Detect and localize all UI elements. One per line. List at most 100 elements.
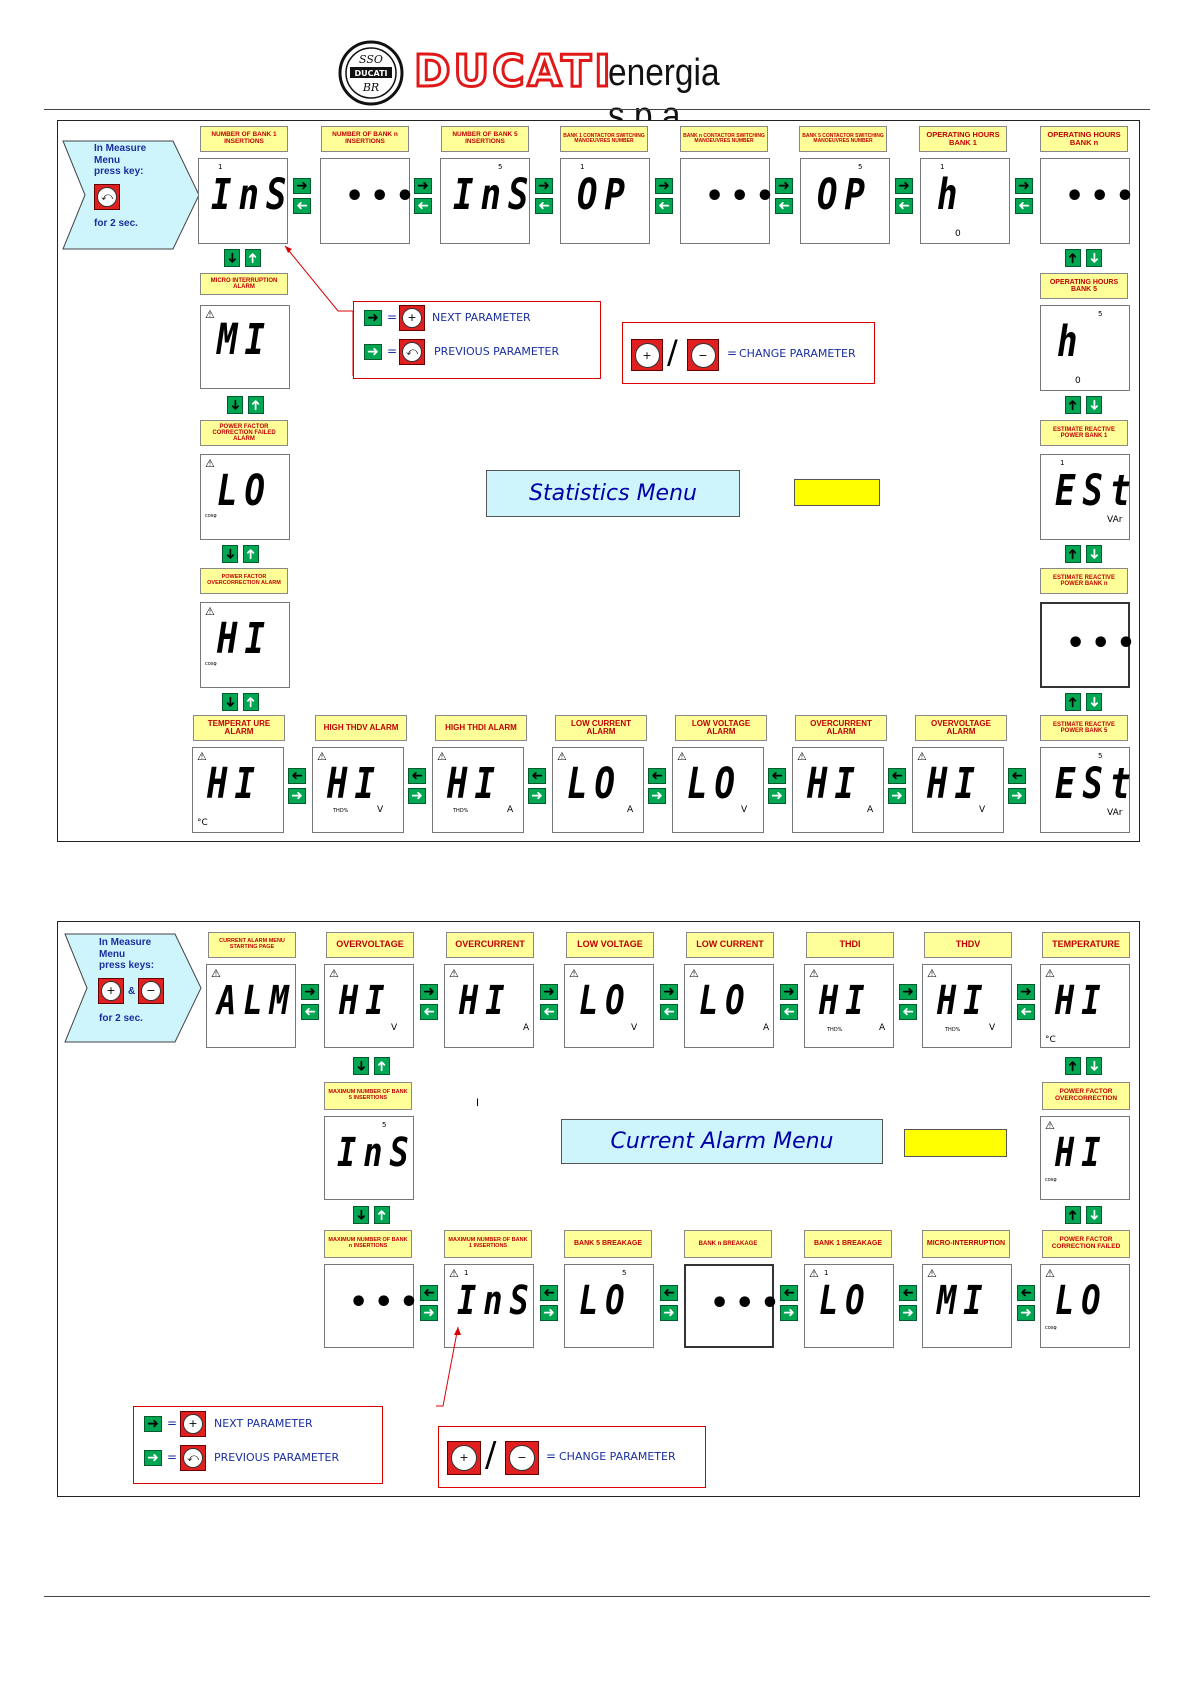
lcd-thdv-alarm: ⚠ HI THD% V — [312, 747, 404, 833]
label-max-bankn: MAXIMUM NUMBER OF BANK n INSERTIONS — [324, 1230, 412, 1258]
next-arrow-icon[interactable]: ➜ — [420, 984, 438, 1000]
label-estimate-bank5: ESTIMATE REACTIVE POWER BANK 5 — [1040, 715, 1128, 741]
next-arrow-icon[interactable]: ➜ — [780, 1305, 798, 1321]
previous-arrow-icon[interactable]: ➜ — [528, 768, 546, 784]
up-arrow-icon[interactable]: ➜ — [1065, 693, 1081, 711]
lcd-hours-bank5: 5 h 0 — [1040, 305, 1130, 391]
down-arrow-icon[interactable]: ➜ — [1086, 545, 1102, 563]
previous-arrow-icon[interactable]: ➜ — [293, 198, 311, 214]
down-arrow-icon[interactable]: ➜ — [227, 396, 243, 414]
label-bank5-manoeuvres: BANK 5 CONTACTOR SWITCHING MANOEUVRES NU… — [799, 126, 887, 152]
down-arrow-icon[interactable]: ➜ — [1086, 1057, 1102, 1075]
down-arrow-icon[interactable]: ➜ — [353, 1057, 369, 1075]
up-arrow-icon[interactable]: ➜ — [248, 396, 264, 414]
header-divider — [44, 109, 1150, 110]
ducati-emblem-icon: DUCATI SSO BR — [338, 40, 404, 106]
previous-arrow-icon[interactable]: ➜ — [1008, 768, 1026, 784]
next-arrow-icon[interactable]: ➜ — [293, 178, 311, 194]
next-arrow-icon[interactable]: ➜ — [899, 984, 917, 1000]
label-pf-failed: POWER FACTOR CORRECTION FAILED ALARM — [200, 420, 288, 446]
next-arrow-icon[interactable]: ➜ — [660, 1305, 678, 1321]
previous-arrow-icon[interactable]: ➜ — [899, 1004, 917, 1020]
next-arrow-icon[interactable]: ➜ — [420, 1305, 438, 1321]
previous-arrow-icon[interactable]: ➜ — [660, 1004, 678, 1020]
previous-arrow-icon[interactable]: ➜ — [780, 1004, 798, 1020]
svg-text:BR: BR — [362, 81, 379, 94]
next-arrow-icon[interactable]: ➜ — [1008, 788, 1026, 804]
down-arrow-icon[interactable]: ➜ — [222, 693, 238, 711]
previous-arrow-icon[interactable]: ➜ — [655, 198, 673, 214]
next-arrow-icon[interactable]: ➜ — [528, 788, 546, 804]
previous-arrow-icon[interactable]: ➜ — [301, 1004, 319, 1020]
up-arrow-icon[interactable]: ➜ — [1065, 396, 1081, 414]
next-arrow-icon[interactable]: ➜ — [535, 178, 553, 194]
next-arrow-icon[interactable]: ➜ — [655, 178, 673, 194]
next-arrow-icon[interactable]: ➜ — [648, 788, 666, 804]
down-arrow-icon[interactable]: ➜ — [224, 249, 240, 267]
down-arrow-icon[interactable]: ➜ — [1086, 249, 1102, 267]
svg-text:DUCATI: DUCATI — [354, 69, 387, 78]
label-micro-interruption: MICRO INTERRUPTION ALARM — [200, 273, 288, 295]
up-arrow-icon[interactable]: ➜ — [1065, 545, 1081, 563]
previous-arrow-icon[interactable]: ➜ — [1015, 198, 1033, 214]
previous-arrow-icon[interactable]: ➜ — [1017, 1285, 1035, 1301]
next-arrow-icon[interactable]: ➜ — [1017, 984, 1035, 1000]
up-arrow-icon[interactable]: ➜ — [374, 1206, 390, 1224]
label-bank5-insertions: NUMBER OF BANK 5 INSERTIONS — [441, 126, 529, 152]
next-arrow-icon[interactable]: ➜ — [540, 984, 558, 1000]
next-arrow-icon[interactable]: ➜ — [780, 984, 798, 1000]
brand-name: DUCATI — [413, 45, 614, 99]
down-arrow-icon[interactable]: ➜ — [353, 1206, 369, 1224]
previous-arrow-icon[interactable]: ➜ — [648, 768, 666, 784]
label-thdv: THDV — [924, 932, 1012, 958]
next-arrow-icon[interactable]: ➜ — [1015, 178, 1033, 194]
previous-arrow-icon[interactable]: ➜ — [540, 1004, 558, 1020]
down-arrow-icon[interactable]: ➜ — [1086, 693, 1102, 711]
legend-navigation: ➜ = + NEXT PARAMETER ➜ = ⤺ PREVIOUS PARA… — [133, 1406, 383, 1484]
label-pf-overcorrection: POWER FACTOR OVERCORRECTION ALARM — [200, 568, 288, 594]
down-arrow-icon[interactable]: ➜ — [222, 545, 238, 563]
next-arrow-icon[interactable]: ➜ — [540, 1305, 558, 1321]
next-arrow-icon[interactable]: ➜ — [1017, 1305, 1035, 1321]
legend-previous-text: PREVIOUS PARAMETER — [434, 345, 560, 358]
next-arrow-icon[interactable]: ➜ — [414, 178, 432, 194]
down-arrow-icon[interactable]: ➜ — [1086, 1206, 1102, 1224]
up-arrow-icon[interactable]: ➜ — [245, 249, 261, 267]
previous-arrow-icon[interactable]: ➜ — [775, 198, 793, 214]
down-arrow-icon[interactable]: ➜ — [1086, 396, 1102, 414]
up-arrow-icon[interactable]: ➜ — [374, 1057, 390, 1075]
stray-mark: I — [476, 1097, 480, 1109]
next-arrow-icon[interactable]: ➜ — [775, 178, 793, 194]
next-arrow-icon[interactable]: ➜ — [899, 1305, 917, 1321]
previous-arrow-icon[interactable]: ➜ — [888, 768, 906, 784]
next-arrow-icon[interactable]: ➜ — [660, 984, 678, 1000]
label-bankn-manoeuvres: BANK n CONTACTOR SWITCHING MANOEUVRES NU… — [680, 126, 768, 152]
lcd-alarm-start: ⚠ ALM — [206, 964, 296, 1048]
lcd-overvoltage: ⚠ HI V — [324, 964, 414, 1048]
previous-arrow-icon[interactable]: ➜ — [1017, 1004, 1035, 1020]
up-arrow-icon[interactable]: ➜ — [243, 545, 259, 563]
previous-arrow-icon[interactable]: ➜ — [535, 198, 553, 214]
up-arrow-icon[interactable]: ➜ — [1065, 1206, 1081, 1224]
previous-arrow-icon[interactable]: ➜ — [780, 1285, 798, 1301]
next-arrow-icon[interactable]: ➜ — [768, 788, 786, 804]
previous-arrow-icon[interactable]: ➜ — [414, 198, 432, 214]
previous-arrow-icon[interactable]: ➜ — [420, 1004, 438, 1020]
up-arrow-icon[interactable]: ➜ — [1065, 1057, 1081, 1075]
previous-arrow-icon[interactable]: ➜ — [895, 198, 913, 214]
previous-arrow-icon[interactable]: ➜ — [768, 768, 786, 784]
next-arrow-icon[interactable]: ➜ — [895, 178, 913, 194]
previous-arrow-icon[interactable]: ➜ — [288, 768, 306, 784]
previous-arrow-icon[interactable]: ➜ — [899, 1285, 917, 1301]
next-arrow-icon[interactable]: ➜ — [301, 984, 319, 1000]
previous-arrow-icon[interactable]: ➜ — [540, 1285, 558, 1301]
lcd-bankn-manoeuvres: ••• — [680, 158, 775, 244]
next-arrow-icon[interactable]: ➜ — [408, 788, 426, 804]
previous-arrow-icon[interactable]: ➜ — [420, 1285, 438, 1301]
previous-arrow-icon[interactable]: ➜ — [408, 768, 426, 784]
up-arrow-icon[interactable]: ➜ — [243, 693, 259, 711]
up-arrow-icon[interactable]: ➜ — [1065, 249, 1081, 267]
next-arrow-icon[interactable]: ➜ — [288, 788, 306, 804]
previous-arrow-icon[interactable]: ➜ — [660, 1285, 678, 1301]
next-arrow-icon[interactable]: ➜ — [888, 788, 906, 804]
